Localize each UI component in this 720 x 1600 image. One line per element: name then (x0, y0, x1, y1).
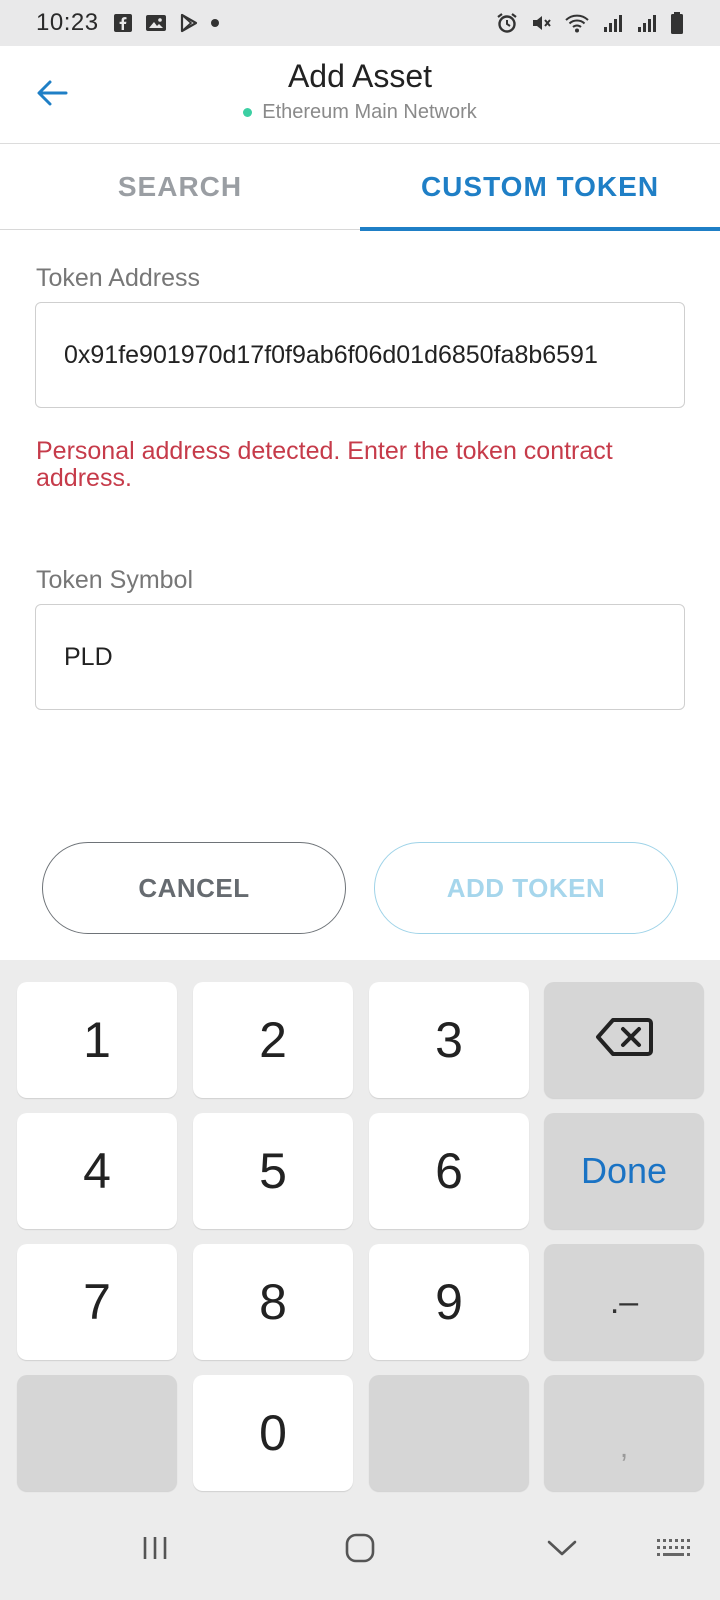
add-token-button[interactable]: ADD TOKEN (374, 842, 678, 934)
gallery-icon (145, 13, 167, 33)
key-0[interactable]: 0 (193, 1375, 353, 1491)
blank-key-left (17, 1375, 177, 1491)
network-indicator: Ethereum Main Network (0, 101, 720, 124)
play-store-icon (179, 13, 199, 33)
alarm-icon (496, 12, 518, 34)
signal-icon (636, 13, 658, 33)
numeric-keyboard: 1 2 3 4 5 6 Done 7 8 9 .– 0 , (0, 960, 720, 1500)
comma-key[interactable]: , (544, 1375, 704, 1491)
key-8[interactable]: 8 (193, 1244, 353, 1360)
tab-custom-token[interactable]: CUSTOM TOKEN (360, 144, 720, 231)
key-6[interactable]: 6 (369, 1113, 529, 1229)
token-address-field[interactable]: 0x91fe901970d17f0f9ab6f06d01d6850fa8b659… (35, 302, 685, 408)
keyboard-icon (655, 1536, 691, 1565)
cancel-button[interactable]: CANCEL (42, 842, 346, 934)
notification-dot-icon (210, 19, 219, 27)
keyboard-switch-button[interactable] (638, 1530, 708, 1570)
token-symbol-label: Token Symbol (36, 566, 194, 594)
hide-keyboard-button[interactable] (527, 1530, 597, 1570)
status-time: 10:23 (36, 9, 99, 36)
page-title: Add Asset (287, 58, 433, 94)
status-bar: 10:23 (0, 0, 720, 46)
network-name: Ethereum Main Network (262, 101, 477, 123)
status-right-icons (496, 11, 684, 35)
tab-bar: SEARCH CUSTOM TOKEN (0, 144, 720, 231)
header: Add Asset Ethereum Main Network (0, 46, 720, 144)
facebook-icon (113, 13, 133, 33)
key-2[interactable]: 2 (193, 982, 353, 1098)
key-9[interactable]: 9 (369, 1244, 529, 1360)
blank-key-right (369, 1375, 529, 1491)
wifi-icon (564, 12, 590, 34)
signal-icon (602, 13, 624, 33)
key-3[interactable]: 3 (369, 982, 529, 1098)
status-left-icons (113, 13, 219, 33)
token-address-label: Token Address (36, 264, 200, 292)
backspace-key[interactable] (544, 982, 704, 1098)
title-wrap: Add Asset Ethereum Main Network (0, 58, 720, 124)
key-5[interactable]: 5 (193, 1113, 353, 1229)
address-error-message: Personal address detected. Enter the tok… (36, 437, 613, 492)
token-symbol-value: PLD (64, 642, 113, 671)
key-1[interactable]: 1 (17, 982, 177, 1098)
recents-icon (140, 1534, 170, 1567)
system-nav-bar (0, 1500, 720, 1600)
token-symbol-field[interactable]: PLD (35, 604, 685, 710)
tab-search[interactable]: SEARCH (0, 144, 360, 230)
battery-icon (670, 11, 684, 35)
backspace-icon (595, 1011, 653, 1069)
period-minus-key[interactable]: .– (544, 1244, 704, 1360)
key-4[interactable]: 4 (17, 1113, 177, 1229)
home-button[interactable] (325, 1530, 395, 1570)
done-key[interactable]: Done (544, 1113, 704, 1229)
token-address-value: 0x91fe901970d17f0f9ab6f06d01d6850fa8b659… (64, 340, 598, 369)
mute-icon (530, 12, 552, 34)
key-7[interactable]: 7 (17, 1244, 177, 1360)
network-status-dot (243, 108, 253, 117)
back-down-icon (546, 1538, 578, 1563)
recents-button[interactable] (120, 1530, 190, 1570)
home-icon (344, 1532, 376, 1569)
